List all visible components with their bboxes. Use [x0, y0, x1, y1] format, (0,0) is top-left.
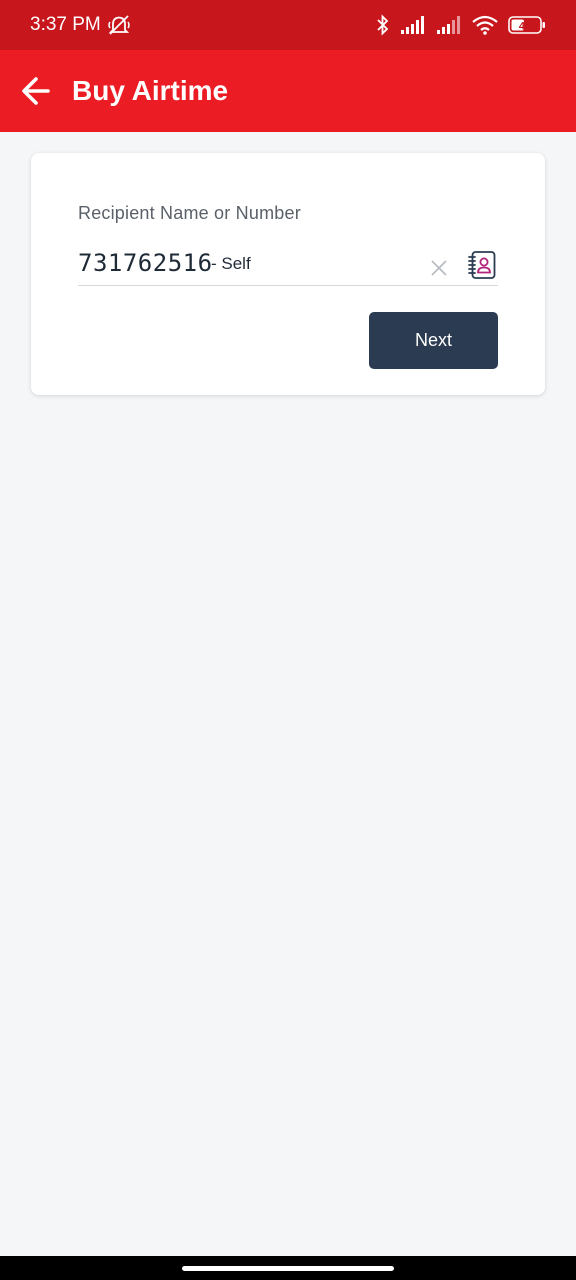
page-title: Buy Airtime [72, 75, 229, 106]
back-button[interactable] [18, 73, 54, 109]
status-left: 3:37 PM [30, 14, 133, 36]
recipient-card: Recipient Name or Number 731762516 - Sel… [31, 153, 545, 395]
home-indicator[interactable] [182, 1266, 394, 1271]
signal-icon [436, 15, 462, 35]
arrow-left-icon [22, 77, 50, 105]
close-icon [431, 260, 447, 276]
navigation-bar [0, 1256, 576, 1280]
status-right: 45 [376, 14, 546, 36]
status-time: 3:37 PM [30, 14, 101, 35]
wifi-icon [472, 15, 498, 35]
recipient-input[interactable]: 731762516 - Self [78, 245, 498, 286]
next-button[interactable]: Next [369, 312, 498, 369]
signal-icon [400, 15, 426, 35]
app-bar: Buy Airtime [0, 50, 576, 132]
status-bar: 3:37 PM 45 [0, 0, 576, 50]
recipient-number: 731762516 [78, 249, 213, 277]
battery-icon: 45 [508, 15, 546, 35]
battery-level: 45 [519, 21, 531, 33]
muted-bell-icon [107, 14, 133, 36]
recipient-field-label: Recipient Name or Number [78, 203, 301, 223]
clear-input-button[interactable] [430, 259, 448, 277]
recipient-suffix: - Self [211, 254, 251, 273]
bluetooth-icon [376, 14, 390, 36]
contacts-book-icon [468, 251, 496, 279]
contacts-button[interactable] [467, 250, 497, 280]
